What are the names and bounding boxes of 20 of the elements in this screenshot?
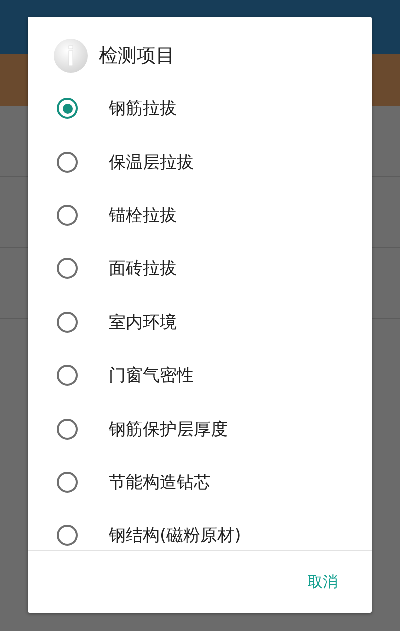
radio-button[interactable] [57,152,78,173]
radio-option[interactable]: 门窗气密性 [28,348,372,402]
radio-button[interactable] [57,525,78,546]
radio-option[interactable]: 节能构造钻芯 [28,456,372,510]
radio-option[interactable]: 保温层拉拔 [28,135,372,189]
radio-option[interactable]: 面砖拉拔 [28,242,372,296]
radio-button[interactable] [57,418,78,440]
radio-button[interactable] [57,258,78,280]
info-icon [54,38,88,72]
radio-button[interactable] [57,204,78,226]
radio-button[interactable] [57,365,78,386]
radio-button[interactable] [57,312,78,333]
radio-option[interactable]: 室内环境 [28,296,372,349]
radio-button[interactable] [57,472,78,493]
radio-option[interactable]: 钢筋拉拔 [28,82,372,136]
radio-option[interactable]: 钢结构(磁粉原材) [28,509,372,550]
radio-option[interactable]: 钢筋保护层厚度 [28,402,372,456]
dialog-title: 检测项目 [99,44,175,68]
radio-option[interactable]: 锚栓拉拔 [28,188,372,242]
radio-button[interactable] [57,98,78,120]
